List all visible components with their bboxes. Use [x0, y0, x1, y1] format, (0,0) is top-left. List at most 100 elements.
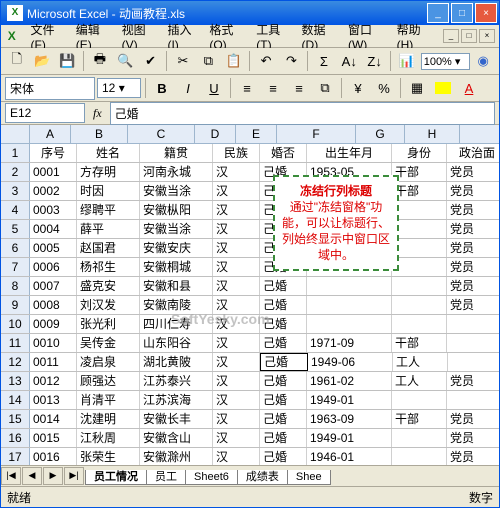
cell-F14[interactable]: 1949-01	[307, 391, 392, 409]
cell-H15[interactable]: 党员	[447, 410, 499, 428]
cell-C17[interactable]: 安徽滁州	[140, 448, 213, 465]
cell-B2[interactable]: 方存明	[77, 163, 140, 181]
tab-nav-prev[interactable]: ◀	[22, 467, 42, 485]
cell-B14[interactable]: 肖清平	[77, 391, 140, 409]
sheet-tab-2[interactable]: Sheet6	[185, 470, 238, 485]
cell-H16[interactable]: 党员	[447, 429, 499, 447]
row-header-17[interactable]: 17	[1, 448, 30, 465]
save-icon[interactable]: 💾	[56, 49, 79, 73]
cell-C8[interactable]: 安徽和县	[140, 277, 213, 295]
col-header-A[interactable]: A	[30, 125, 71, 143]
cell-H1[interactable]: 政治面	[447, 144, 499, 162]
cell-C4[interactable]: 安徽枞阳	[140, 201, 213, 219]
mdi-close-button[interactable]: ×	[479, 29, 495, 43]
cell-D13[interactable]: 汉	[213, 372, 260, 390]
cell-G3[interactable]: 干部	[392, 182, 447, 200]
cell-G12[interactable]: 工人	[393, 353, 448, 371]
row-header-15[interactable]: 15	[1, 410, 30, 428]
cell-B10[interactable]: 张光利	[77, 315, 140, 333]
cell-B16[interactable]: 江秋周	[77, 429, 140, 447]
col-header-E[interactable]: E	[236, 125, 277, 143]
cell-A14[interactable]: 0013	[30, 391, 77, 409]
cell-D6[interactable]: 汉	[213, 239, 260, 257]
tab-nav-first[interactable]: |◀	[1, 467, 21, 485]
cell-E16[interactable]: 己婚	[260, 429, 307, 447]
row-header-9[interactable]: 9	[1, 296, 30, 314]
sheet-tab-1[interactable]: 员工	[146, 470, 186, 485]
cell-B9[interactable]: 刘汉发	[77, 296, 140, 314]
cell-C1[interactable]: 籍贯	[140, 144, 213, 162]
sheet-tab-3[interactable]: 成绩表	[237, 470, 288, 485]
chart-icon[interactable]: 📊	[395, 49, 418, 73]
row-header-4[interactable]: 4	[1, 201, 30, 219]
cell-C14[interactable]: 江苏滨海	[140, 391, 213, 409]
row-header-1[interactable]: 1	[1, 144, 30, 162]
cell-A11[interactable]: 0010	[30, 334, 77, 352]
mdi-restore-button[interactable]: □	[461, 29, 477, 43]
cell-D8[interactable]: 汉	[213, 277, 260, 295]
copy-icon[interactable]: ⧉	[197, 49, 220, 73]
cell-F12[interactable]: 1949-06	[308, 353, 393, 371]
mdi-minimize-button[interactable]: _	[443, 29, 459, 43]
cell-D4[interactable]: 汉	[213, 201, 260, 219]
col-header-G[interactable]: G	[356, 125, 405, 143]
cell-B7[interactable]: 杨祁生	[77, 258, 140, 276]
cell-A2[interactable]: 0001	[30, 163, 77, 181]
cell-E17[interactable]: 己婚	[260, 448, 307, 465]
underline-icon[interactable]: U	[202, 76, 226, 100]
cell-H8[interactable]: 党员	[447, 277, 499, 295]
tab-nav-last[interactable]: ▶|	[64, 467, 84, 485]
cell-G6[interactable]	[392, 239, 447, 257]
fx-icon[interactable]: fx	[93, 106, 102, 121]
cell-B17[interactable]: 张荣生	[77, 448, 140, 465]
cell-E13[interactable]: 己婚	[260, 372, 307, 390]
cell-H12[interactable]	[448, 353, 499, 371]
cell-H3[interactable]: 党员	[447, 182, 499, 200]
cell-G9[interactable]	[392, 296, 447, 314]
cell-G13[interactable]: 工人	[392, 372, 447, 390]
cell-B6[interactable]: 赵国君	[77, 239, 140, 257]
cell-G7[interactable]	[392, 258, 447, 276]
name-box[interactable]: E12	[5, 103, 85, 123]
zoom-combo[interactable]: 100% ▾	[421, 53, 470, 70]
col-header-F[interactable]: F	[277, 125, 356, 143]
percent-icon[interactable]: %	[372, 76, 396, 100]
row-header-13[interactable]: 13	[1, 372, 30, 390]
cell-E15[interactable]: 己婚	[260, 410, 307, 428]
cell-C7[interactable]: 安徽桐城	[140, 258, 213, 276]
font-combo[interactable]: 宋体	[5, 77, 95, 100]
row-header-10[interactable]: 10	[1, 315, 30, 333]
cell-B4[interactable]: 缪聘平	[77, 201, 140, 219]
cell-E12[interactable]: 己婚	[260, 353, 308, 371]
close-button[interactable]: ×	[475, 3, 497, 23]
col-header-B[interactable]: B	[71, 125, 128, 143]
cut-icon[interactable]: ✂	[171, 49, 194, 73]
cell-G2[interactable]: 干部	[392, 163, 447, 181]
cell-D3[interactable]: 汉	[213, 182, 260, 200]
row-header-8[interactable]: 8	[1, 277, 30, 295]
cell-D2[interactable]: 汉	[213, 163, 260, 181]
align-left-icon[interactable]: ≡	[235, 76, 259, 100]
cell-B15[interactable]: 沈建明	[77, 410, 140, 428]
cell-D15[interactable]: 汉	[213, 410, 260, 428]
col-header-H[interactable]: H	[405, 125, 460, 143]
preview-icon[interactable]: 🔍	[114, 49, 137, 73]
cell-D17[interactable]: 汉	[213, 448, 260, 465]
cell-E14[interactable]: 己婚	[260, 391, 307, 409]
redo-icon[interactable]: ↷	[280, 49, 303, 73]
currency-icon[interactable]: ¥	[346, 76, 370, 100]
cell-D7[interactable]: 汉	[213, 258, 260, 276]
cell-H11[interactable]	[447, 334, 499, 352]
cell-G8[interactable]	[392, 277, 447, 295]
cell-D11[interactable]: 汉	[213, 334, 260, 352]
help-icon[interactable]: ◉	[472, 49, 495, 73]
cell-G4[interactable]	[392, 201, 447, 219]
cell-H6[interactable]: 党员	[447, 239, 499, 257]
cell-F9[interactable]	[307, 296, 392, 314]
cell-G11[interactable]: 干部	[392, 334, 447, 352]
spell-icon[interactable]: ✔	[139, 49, 162, 73]
row-header-2[interactable]: 2	[1, 163, 30, 181]
row-header-14[interactable]: 14	[1, 391, 30, 409]
fontsize-combo[interactable]: 12 ▾	[97, 78, 141, 98]
cell-A15[interactable]: 0014	[30, 410, 77, 428]
